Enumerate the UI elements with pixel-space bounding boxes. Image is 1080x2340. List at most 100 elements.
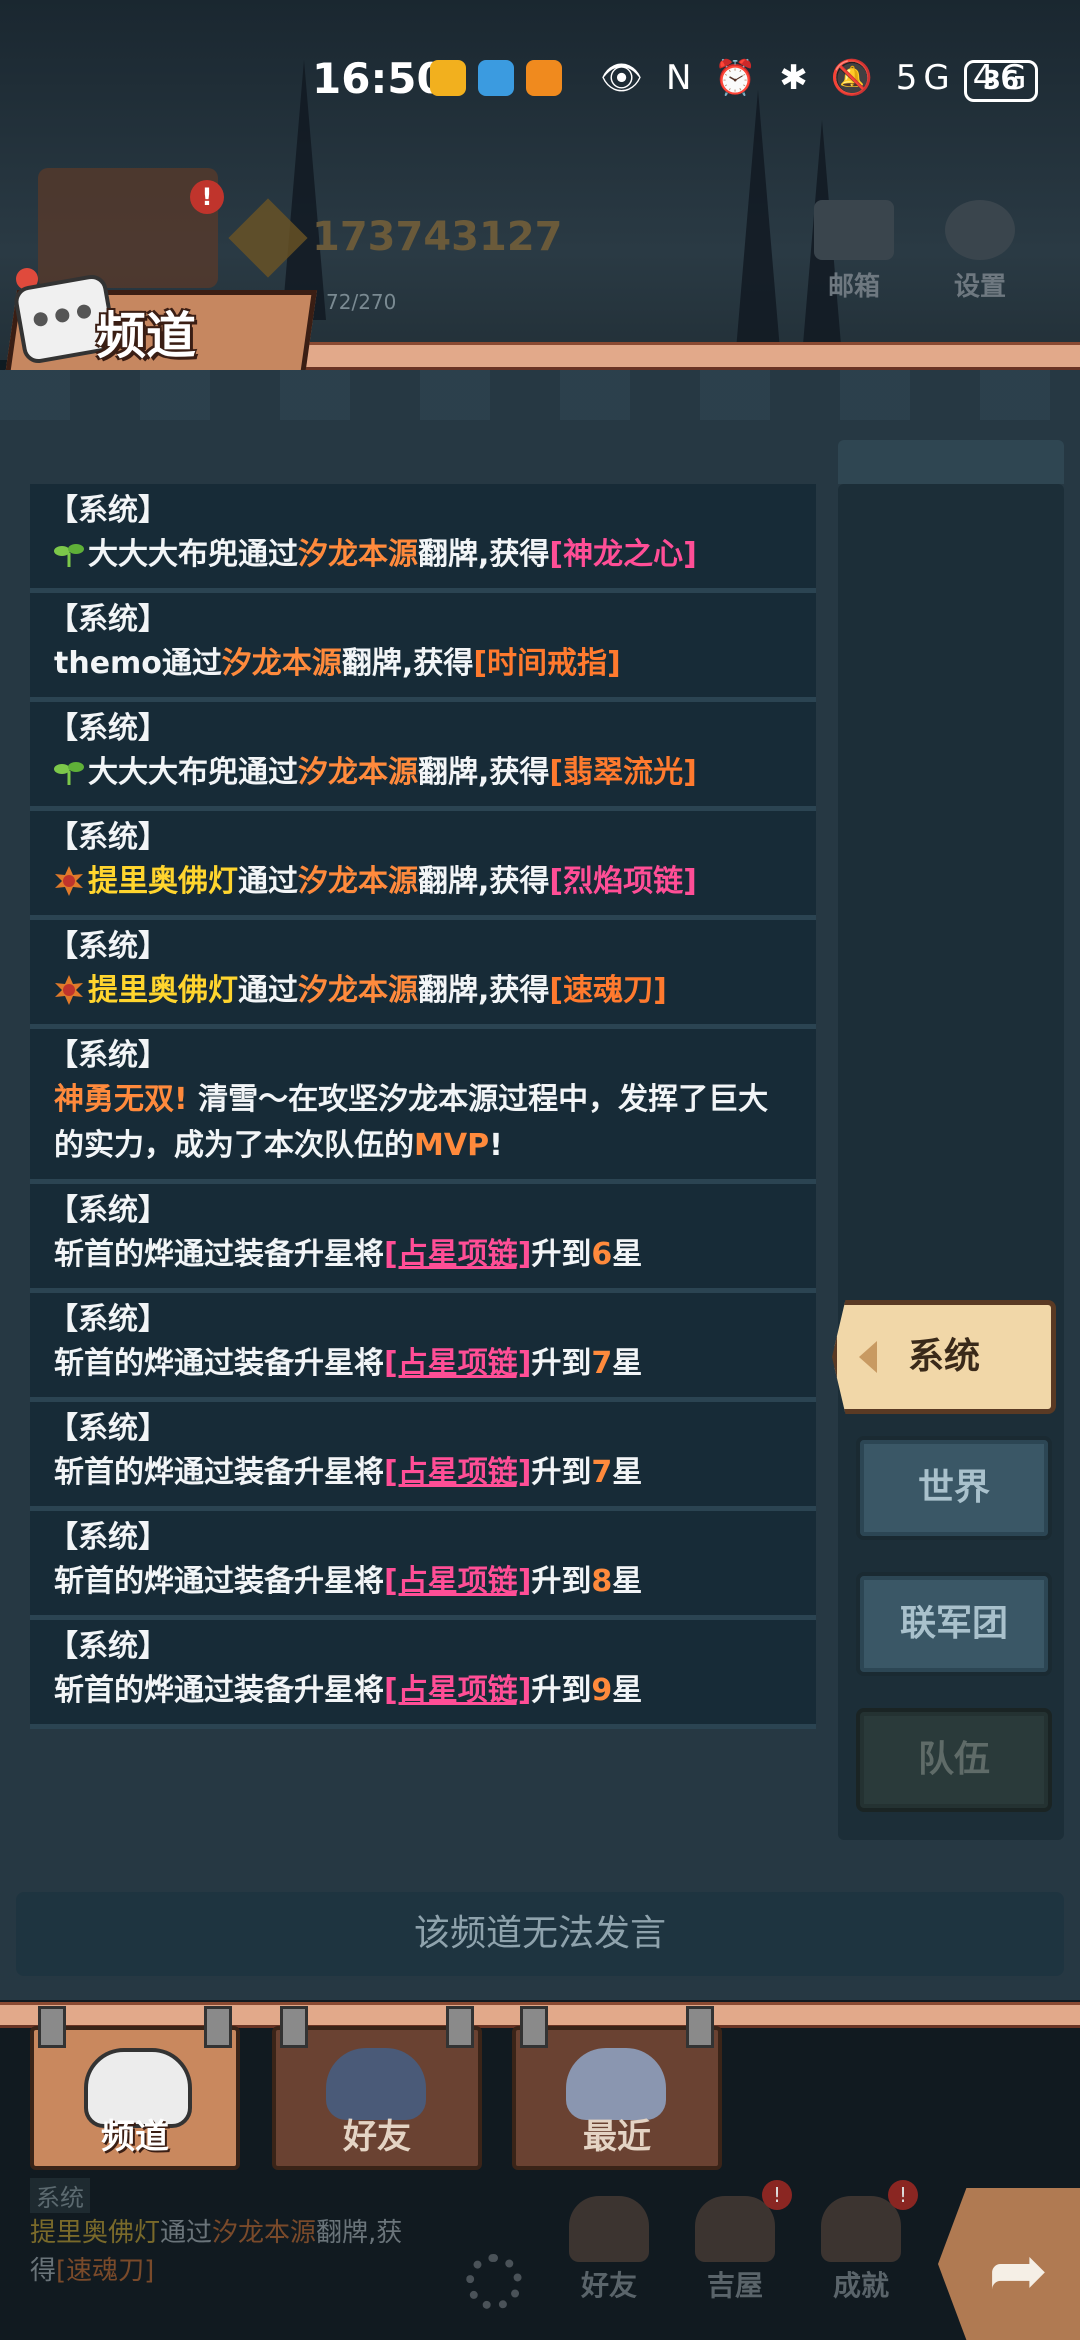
- tab-world[interactable]: 世界: [856, 1436, 1052, 1540]
- player-name[interactable]: 斩首的烨: [54, 1237, 174, 1272]
- battery-indicator: 36: [964, 60, 1038, 102]
- tab-system[interactable]: 系统: [832, 1300, 1056, 1414]
- mail-button[interactable]: 邮箱: [804, 200, 904, 303]
- list-item: 【系统】 themo通过汐龙本源翻牌,获得[时间戒指]: [30, 593, 816, 702]
- player-name[interactable]: 大大大布兜: [88, 537, 238, 572]
- player-name[interactable]: 斩首的烨: [54, 1455, 174, 1490]
- star-level: 6: [591, 1237, 613, 1272]
- gear-icon[interactable]: [466, 2254, 522, 2310]
- message-list[interactable]: 【系统】 大大大布兜通过汐龙本源翻牌,获得[神龙之心] 【系统】 themo通过…: [30, 484, 816, 1854]
- avatar-alert-badge: !: [190, 180, 224, 214]
- bottom-tab-channel[interactable]: 频道: [30, 2006, 240, 2170]
- message-text: 通过: [238, 973, 298, 1008]
- star-level: 8: [591, 1564, 613, 1599]
- nav-friends[interactable]: 好友: [554, 2196, 664, 2304]
- message-text: 升到: [531, 1564, 592, 1599]
- mini-chat-tag: 系统: [30, 2178, 90, 2213]
- pin-decoration: [38, 2006, 66, 2048]
- item-link[interactable]: [占星项链]: [384, 1346, 531, 1381]
- dungeon-name: 汐龙本源: [298, 864, 418, 899]
- player-name[interactable]: 斩首的烨: [54, 1564, 174, 1599]
- player-name[interactable]: 提里奥佛灯: [88, 864, 238, 899]
- nav-label: 成就: [832, 2269, 889, 2302]
- message-text: 星: [612, 1346, 643, 1381]
- message-body: 斩首的烨通过装备升星将[占星项链]升到8星: [48, 1559, 798, 1605]
- message-tag: 【系统】: [48, 1038, 168, 1073]
- tab-label: 最近: [583, 2117, 651, 2157]
- settings-button[interactable]: 设置: [930, 200, 1030, 303]
- share-button[interactable]: ➦: [938, 2188, 1080, 2340]
- pin-decoration: [280, 2006, 308, 2048]
- nav-achievements[interactable]: 成就: [806, 2196, 916, 2304]
- message-text: 翻牌,获: [316, 2218, 403, 2248]
- panel-edge-decoration: [0, 370, 1080, 420]
- message-tag: 【系统】: [48, 602, 168, 637]
- item-link[interactable]: [占星项链]: [384, 1455, 531, 1490]
- message-text: 通过装备升星将: [174, 1673, 384, 1708]
- item-link[interactable]: [翡翠流光]: [549, 755, 696, 790]
- item-link[interactable]: [烈焰项链]: [549, 864, 696, 899]
- player-name[interactable]: themo: [54, 646, 162, 681]
- message-body: 神勇无双! 清雪～在攻坚汐龙本源过程中，发挥了巨大的实力，成为了本次队伍的MVP…: [48, 1077, 798, 1169]
- nav-label: 好友: [580, 2269, 637, 2302]
- tab-label: 世界: [917, 1467, 990, 1508]
- item-link[interactable]: [时间戒指]: [473, 646, 620, 681]
- item-link[interactable]: [占星项链]: [384, 1237, 531, 1272]
- item-link: [速魂刀]: [56, 2256, 155, 2286]
- dungeon-name: 汐龙本源: [298, 973, 418, 1008]
- message-text: 通过装备升星将: [174, 1346, 384, 1381]
- bottom-tab-recent[interactable]: 最近: [512, 2006, 722, 2170]
- message-text: 通过: [238, 864, 298, 899]
- nav-house[interactable]: 吉屋: [680, 2196, 790, 2304]
- message-tag: 【系统】: [48, 929, 168, 964]
- pin-decoration: [204, 2006, 232, 2048]
- pin-decoration: [520, 2006, 548, 2048]
- message-tag: 【系统】: [48, 493, 168, 528]
- player-avatar[interactable]: [38, 168, 218, 288]
- message-text: 翻牌,获得: [418, 755, 550, 790]
- message-text: 通过: [238, 755, 298, 790]
- tab-legion[interactable]: 联军团: [856, 1572, 1052, 1676]
- share-arrow-icon: ➦: [988, 2228, 1049, 2312]
- message-tag: 【系统】: [48, 1302, 168, 1337]
- message-text: 翻牌,获得: [341, 646, 474, 681]
- nav-label: 吉屋: [706, 2269, 763, 2302]
- message-body: 斩首的烨通过装备升星将[占星项链]升到7星: [48, 1341, 798, 1387]
- mini-chat-preview[interactable]: 提里奥佛灯通过汐龙本源翻牌,获 得[速魂刀]: [30, 2214, 450, 2290]
- message-body: 斩首的烨通过装备升星将[占星项链]升到9星: [48, 1668, 798, 1714]
- message-body: 斩首的烨通过装备升星将[占星项链]升到7星: [48, 1450, 798, 1496]
- message-text: 星: [612, 1564, 643, 1599]
- player-name[interactable]: 大大大布兜: [88, 755, 238, 790]
- vip-emblem-icon: [55, 975, 83, 1005]
- star-level: 7: [591, 1346, 613, 1381]
- tab-label: 队伍: [917, 1739, 990, 1780]
- player-name[interactable]: 提里奥佛灯: [88, 973, 238, 1008]
- item-link[interactable]: [占星项链]: [384, 1673, 531, 1708]
- player-name[interactable]: 斩首的烨: [54, 1346, 174, 1381]
- dungeon-name: 汐龙本源: [212, 2218, 317, 2248]
- player-name[interactable]: 斩首的烨: [54, 1673, 174, 1708]
- message-tag: 【系统】: [48, 1520, 168, 1555]
- status-bar: 16:50 👁 N ⏰ ✱ 🔕 5G 4G 36: [0, 40, 1080, 120]
- list-item: 【系统】 提里奥佛灯通过汐龙本源翻牌,获得[速魂刀]: [30, 920, 816, 1029]
- message-text: 星: [612, 1237, 643, 1272]
- chat-input-disabled: 该频道无法发言: [16, 1892, 1064, 1976]
- message-text: 翻牌,获得: [418, 537, 550, 572]
- envelope-icon: [814, 200, 894, 260]
- message-text: 翻牌,获得: [418, 973, 550, 1008]
- notification-badge: !: [888, 2180, 918, 2210]
- page-title: 频道: [96, 307, 196, 365]
- tab-label: 好友: [343, 2117, 411, 2157]
- tab-team[interactable]: 队伍: [856, 1708, 1052, 1812]
- item-link[interactable]: [占星项链]: [384, 1564, 531, 1599]
- item-link[interactable]: [速魂刀]: [549, 973, 666, 1008]
- message-text: 星: [612, 1455, 643, 1490]
- message-text: 升到: [531, 1237, 592, 1272]
- trophy-icon: [821, 2196, 901, 2262]
- item-link[interactable]: [神龙之心]: [549, 537, 696, 572]
- bottom-tab-friends[interactable]: 好友: [272, 2006, 482, 2170]
- message-tag: 【系统】: [48, 1411, 168, 1446]
- dungeon-name: 汐龙本源: [221, 646, 342, 681]
- weibo-icon: [430, 60, 466, 96]
- sprout-icon: [54, 762, 84, 785]
